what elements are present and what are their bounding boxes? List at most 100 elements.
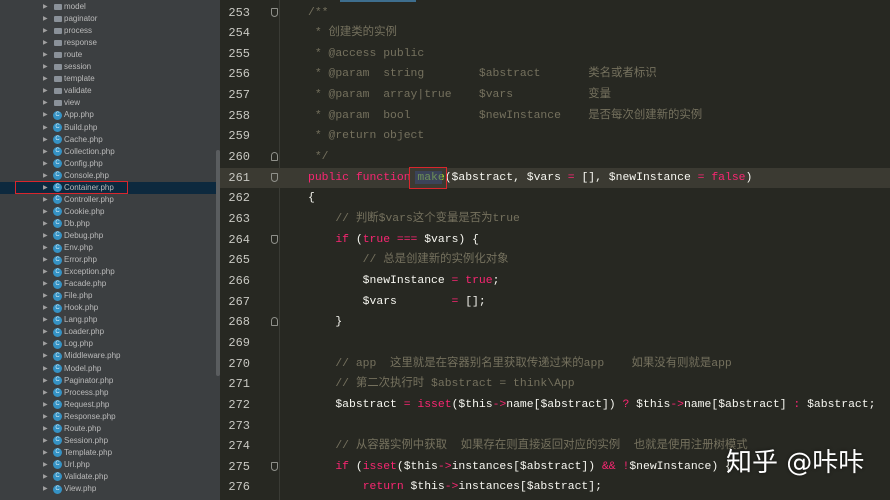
tree-item[interactable]: ▶ C Facade.php — [0, 278, 217, 290]
tree-item[interactable]: ▶ C Build.php — [0, 122, 217, 134]
tree-item[interactable]: ▶ C Lang.php — [0, 314, 217, 326]
triangle-right-icon[interactable]: ▶ — [43, 134, 48, 146]
tree-item[interactable]: ▶ C Response.php — [0, 411, 217, 423]
tree-item[interactable]: ▶ C Config.php — [0, 158, 217, 170]
code-line[interactable]: 254 * 创建类的实例 — [220, 23, 890, 44]
tree-item[interactable]: ▶ C Cache.php — [0, 134, 217, 146]
tree-item[interactable]: ▶ C Controller.php — [0, 194, 217, 206]
tree-item[interactable]: ▶ C Route.php — [0, 423, 217, 435]
code-line[interactable]: 263 // 判断$vars这个变量是否为true — [220, 209, 890, 230]
triangle-right-icon[interactable]: ▶ — [43, 206, 48, 218]
triangle-right-icon[interactable]: ▶ — [43, 122, 48, 134]
triangle-right-icon[interactable]: ▶ — [43, 278, 48, 290]
tree-item[interactable]: ▶ C Exception.php — [0, 266, 217, 278]
triangle-right-icon[interactable]: ▶ — [43, 423, 48, 435]
tree-item[interactable]: ▶ C Model.php — [0, 363, 217, 375]
fold-marker-icon[interactable] — [271, 317, 278, 327]
tree-item[interactable]: ▶ paginator — [0, 13, 217, 25]
triangle-right-icon[interactable]: ▶ — [43, 194, 48, 206]
tree-item[interactable]: ▶ C Error.php — [0, 254, 217, 266]
tree-item[interactable]: ▶ C Paginator.php — [0, 375, 217, 387]
fold-marker-icon[interactable] — [271, 172, 278, 182]
triangle-right-icon[interactable]: ▶ — [43, 230, 48, 242]
tree-item[interactable]: ▶ C Request.php — [0, 399, 217, 411]
triangle-right-icon[interactable]: ▶ — [43, 290, 48, 302]
code-line[interactable]: 272 $abstract = isset($this->name[$abstr… — [220, 395, 890, 416]
triangle-right-icon[interactable]: ▶ — [43, 350, 48, 362]
code-line[interactable]: 266 $newInstance = true; — [220, 271, 890, 292]
tree-item[interactable]: ▶ C Session.php — [0, 435, 217, 447]
tree-item[interactable]: ▶ C Log.php — [0, 338, 217, 350]
code-line[interactable]: 267 $vars = []; — [220, 292, 890, 313]
triangle-right-icon[interactable]: ▶ — [43, 73, 48, 85]
triangle-right-icon[interactable]: ▶ — [43, 387, 48, 399]
triangle-right-icon[interactable]: ▶ — [43, 314, 48, 326]
code-line[interactable]: 271 // 第二次执行时 $abstract = think\App — [220, 374, 890, 395]
code-line[interactable]: 256 * @param string $abstract 类名或者标识 — [220, 64, 890, 85]
triangle-right-icon[interactable]: ▶ — [43, 109, 48, 121]
triangle-right-icon[interactable]: ▶ — [43, 326, 48, 338]
code-line[interactable]: 262 { — [220, 188, 890, 209]
triangle-right-icon[interactable]: ▶ — [43, 459, 48, 471]
tree-item[interactable]: ▶ C View.php — [0, 483, 217, 495]
fold-marker-icon[interactable] — [271, 234, 278, 244]
tree-item[interactable]: ▶ C Collection.php — [0, 146, 217, 158]
tree-item[interactable]: ▶ C Cookie.php — [0, 206, 217, 218]
triangle-right-icon[interactable]: ▶ — [43, 266, 48, 278]
triangle-right-icon[interactable]: ▶ — [43, 375, 48, 387]
code-line[interactable]: 253 /** — [220, 3, 890, 24]
tree-item[interactable]: ▶ view — [0, 97, 217, 109]
tree-item[interactable]: ▶ C Validate.php — [0, 471, 217, 483]
code-line[interactable]: 265 // 总是创建新的实例化对象 — [220, 250, 890, 271]
triangle-right-icon[interactable]: ▶ — [43, 85, 48, 97]
tree-item[interactable]: ▶ validate — [0, 85, 217, 97]
triangle-right-icon[interactable]: ▶ — [43, 338, 48, 350]
triangle-right-icon[interactable]: ▶ — [43, 447, 48, 459]
tree-item[interactable]: ▶ C Template.php — [0, 447, 217, 459]
code-line[interactable]: 261 public function make($abstract, $vars… — [220, 167, 890, 189]
tree-item[interactable]: ▶ C Env.php — [0, 242, 217, 254]
tree-item[interactable]: ▶ C Middleware.php — [0, 350, 217, 362]
tree-item[interactable]: ▶ route — [0, 49, 217, 61]
tree-item[interactable]: ▶ C Debug.php — [0, 230, 217, 242]
code-editor[interactable]: 253/** 254 * 创建类的实例 255 * @access public 25… — [220, 0, 890, 500]
triangle-right-icon[interactable]: ▶ — [43, 411, 48, 423]
tree-item[interactable]: ▶ session — [0, 61, 217, 73]
triangle-right-icon[interactable]: ▶ — [43, 254, 48, 266]
tree-item[interactable]: ▶ response — [0, 37, 217, 49]
tree-item[interactable]: ▶ C Url.php — [0, 459, 217, 471]
triangle-right-icon[interactable]: ▶ — [43, 25, 48, 37]
triangle-right-icon[interactable]: ▶ — [43, 13, 48, 25]
tree-item[interactable]: ▶ template — [0, 73, 217, 85]
fold-marker-icon[interactable] — [271, 152, 278, 162]
triangle-right-icon[interactable]: ▶ — [43, 399, 48, 411]
tree-item[interactable]: ▶ C App.php — [0, 109, 217, 121]
code-line[interactable]: 258 * @param bool $newInstance 是否每次创建新的实… — [220, 106, 890, 127]
triangle-right-icon[interactable]: ▶ — [43, 435, 48, 447]
triangle-right-icon[interactable]: ▶ — [43, 483, 48, 495]
triangle-right-icon[interactable]: ▶ — [43, 1, 48, 13]
tree-item[interactable]: ▶ C Process.php — [0, 387, 217, 399]
tree-item[interactable]: ▶ C Loader.php — [0, 326, 217, 338]
triangle-right-icon[interactable]: ▶ — [43, 146, 48, 158]
tree-item[interactable]: ▶ model — [0, 1, 217, 13]
tree-item[interactable]: ▶ C Db.php — [0, 218, 217, 230]
triangle-right-icon[interactable]: ▶ — [43, 49, 48, 61]
code-line[interactable]: 276 return $this->instances[$abstract]; — [220, 477, 890, 498]
triangle-right-icon[interactable]: ▶ — [43, 158, 48, 170]
fold-marker-icon[interactable] — [271, 7, 278, 17]
triangle-right-icon[interactable]: ▶ — [43, 170, 48, 182]
triangle-right-icon[interactable]: ▶ — [43, 302, 48, 314]
triangle-right-icon[interactable]: ▶ — [43, 61, 48, 73]
triangle-right-icon[interactable]: ▶ — [43, 37, 48, 49]
code-line[interactable]: 259 * @return object — [220, 126, 890, 147]
code-line[interactable]: 269 — [220, 333, 890, 354]
triangle-right-icon[interactable]: ▶ — [43, 471, 48, 483]
fold-marker-icon[interactable] — [271, 461, 278, 471]
triangle-right-icon[interactable]: ▶ — [43, 97, 48, 109]
tree-item[interactable]: ▶ C Console.php — [0, 170, 217, 182]
triangle-right-icon[interactable]: ▶ — [43, 242, 48, 254]
code-line[interactable]: 268 } — [220, 312, 890, 333]
code-line[interactable]: 270 // app 这里就是在容器别名里获取传递过来的app 如果没有则就是a… — [220, 354, 890, 375]
code-line[interactable]: 257 * @param array|true $vars 变量 — [220, 85, 890, 106]
